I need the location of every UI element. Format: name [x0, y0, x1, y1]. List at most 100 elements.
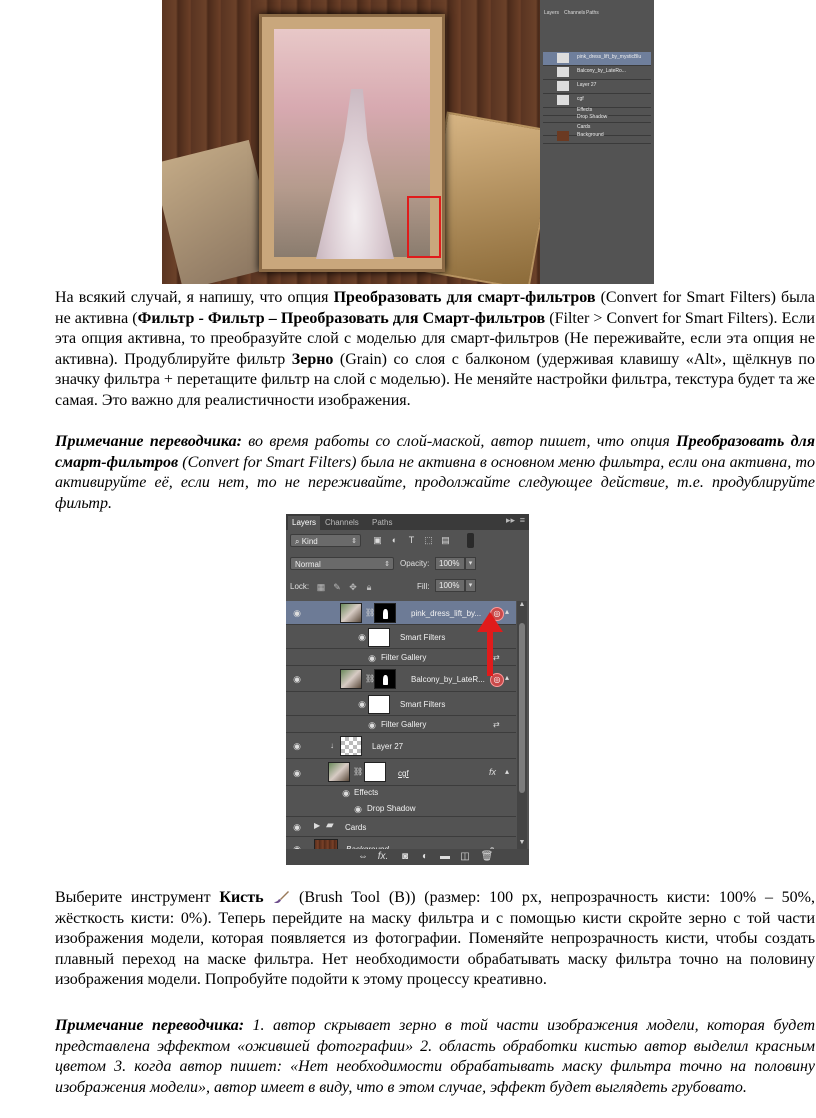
new-layer-icon[interactable]: ◫	[458, 851, 472, 863]
mini-thumb	[557, 131, 569, 141]
lock-position-icon[interactable]: ✥	[348, 582, 358, 592]
adjustment-layer-icon[interactable]: ◐	[418, 851, 432, 863]
scrollbar-thumb[interactable]	[519, 623, 525, 793]
red-highlight-box	[407, 196, 441, 258]
bold-term: Кисть	[219, 889, 264, 906]
expand-arrow-icon[interactable]: ▴	[505, 673, 509, 682]
expand-arrow-icon[interactable]: ▴	[505, 767, 509, 776]
panel-menu-icon[interactable]: ≡	[520, 515, 525, 525]
filter-toggle-switch[interactable]	[467, 533, 474, 548]
tab-paths[interactable]: Paths	[368, 516, 396, 530]
search-icon: ⌕	[295, 537, 302, 546]
layer-row-balcony[interactable]: ◉ ⛓ Balcony_by_LateR... ◎ ▴	[286, 666, 516, 692]
eye-icon[interactable]: ◉	[291, 675, 303, 684]
layer-row-cards[interactable]: ◉ ▶ ▰ Cards	[286, 817, 516, 837]
eye-icon[interactable]: ◉	[356, 700, 368, 709]
pixel-filter-icon[interactable]: ▣	[372, 535, 383, 546]
mask-thumbnail[interactable]	[364, 762, 386, 782]
eye-icon[interactable]: ◉	[356, 633, 368, 642]
link-layers-icon[interactable]: ⇔	[356, 851, 370, 863]
fill-dropdown-button[interactable]: ▾	[465, 579, 476, 592]
filter-mask-thumbnail[interactable]	[368, 695, 390, 714]
text-run: Выберите инструмент	[55, 889, 220, 906]
layer-thumbnail	[340, 603, 362, 623]
mini-layer-label: Layer 27	[577, 82, 597, 88]
layer-name: Smart Filters	[400, 700, 446, 709]
link-icon[interactable]: ⛓	[365, 608, 375, 618]
type-filter-icon[interactable]: T	[406, 535, 417, 546]
tab-layers[interactable]: Layers	[288, 516, 321, 530]
mask-thumbnail[interactable]	[374, 603, 396, 623]
expand-arrow-icon[interactable]: ▴	[505, 607, 509, 616]
eye-icon[interactable]: ◉	[291, 769, 303, 778]
eye-icon[interactable]: ◉	[340, 789, 352, 798]
mini-layer-row: pink_dress_lift_by_mysticBlu	[543, 52, 651, 66]
trash-icon[interactable]: 🗑︎	[480, 851, 494, 863]
kind-filter-dropdown[interactable]: ⌕ Kind ⇕	[290, 534, 361, 547]
scroll-up-icon[interactable]: ▲	[517, 601, 527, 611]
paragraph-brush-tool: Выберите инструмент Кисть (Brush Tool (B…	[55, 888, 815, 991]
layers-panel: Layers Channels Paths ▸▸ ≡ ⌕ Kind ⇕ ▣ ◐ …	[286, 514, 529, 865]
layer-name: Filter Gallery	[381, 720, 427, 729]
eye-icon[interactable]: ◉	[366, 721, 378, 730]
eye-icon[interactable]: ◉	[291, 609, 303, 618]
tab-channels[interactable]: Channels	[321, 516, 363, 530]
eye-icon[interactable]: ◉	[352, 805, 364, 814]
mini-tab-layers: Layers	[544, 10, 560, 16]
mini-layer-row: Balcony_by_LateRo...	[543, 66, 651, 80]
lock-brush-icon[interactable]: ✎	[332, 582, 342, 592]
new-group-icon[interactable]: ▬	[438, 851, 452, 863]
opacity-field[interactable]: 100%	[435, 557, 465, 570]
filter-options-icon[interactable]: ⇄	[493, 720, 500, 729]
fill-field[interactable]: 100%	[435, 579, 465, 592]
adjustment-filter-icon[interactable]: ◐	[389, 535, 400, 546]
layer-row-filter-gallery[interactable]: ◉ Filter Gallery ⇄	[286, 716, 516, 733]
layer-name: Effects	[354, 788, 379, 797]
collapse-icon[interactable]: ▸▸	[506, 515, 515, 526]
bold-term: Зерно	[291, 350, 334, 368]
layer-row-drop-shadow[interactable]: ◉ Drop Shadow	[286, 801, 516, 817]
opacity-dropdown-button[interactable]: ▾	[465, 557, 476, 570]
mask-thumbnail[interactable]	[374, 669, 396, 689]
top-screenshot-figure: Layers Channels Paths pink_dress_lift_by…	[162, 0, 654, 284]
layer-name: Filter Gallery	[381, 653, 427, 662]
layer-row-filter-gallery[interactable]: ◉ Filter Gallery ⇄	[286, 649, 516, 666]
lock-transparency-icon[interactable]: ▦	[316, 582, 326, 592]
layer-name: Balcony_by_LateR...	[411, 675, 485, 684]
link-icon[interactable]: ⛓	[365, 674, 375, 684]
chevron-updown-icon: ⇕	[351, 538, 357, 545]
translator-note-2: Примечание переводчика: 1. автор скрывае…	[55, 1016, 815, 1098]
eye-icon[interactable]: ◉	[291, 823, 303, 832]
layer-row-layer27[interactable]: ◉ ↓ Layer 27	[286, 733, 516, 759]
filter-options-icon[interactable]: ⇄	[493, 653, 500, 662]
shape-filter-icon[interactable]: ⬚	[423, 535, 434, 546]
disclosure-triangle-icon[interactable]: ▶	[314, 821, 320, 830]
filter-mask-thumbnail[interactable]	[368, 628, 390, 647]
paragraph-smart-filters: На всякий случай, я напишу, что опция Пр…	[55, 288, 815, 411]
layer-row-effects[interactable]: ◉ Effects	[286, 786, 516, 801]
note-label: Примечание переводчика:	[55, 1017, 245, 1034]
mini-layer-label: pink_dress_lift_by_mysticBlu	[577, 54, 642, 60]
scroll-down-icon[interactable]: ▼	[517, 839, 527, 849]
eye-icon[interactable]: ◉	[291, 742, 303, 751]
add-mask-icon[interactable]: ◙	[398, 851, 412, 863]
link-icon[interactable]: ⛓	[353, 767, 363, 777]
red-arrow-head-icon	[477, 612, 503, 632]
mini-tab-paths: Paths	[586, 10, 599, 16]
lock-all-icon[interactable]: 🔒︎	[364, 582, 374, 592]
smart-object-filter-icon[interactable]: ▤	[440, 535, 451, 546]
blend-mode-dropdown[interactable]: Normal ⇕	[290, 557, 394, 570]
mini-thumb	[557, 67, 569, 77]
kind-filter-label: Kind	[301, 537, 318, 546]
layer-row-cgf[interactable]: ◉ ⛓ cgf fx ▴	[286, 759, 516, 786]
layer-name: Cards	[345, 823, 367, 832]
fx-icon[interactable]: fx.	[376, 851, 390, 863]
mini-layer-label: Drop Shadow	[577, 114, 608, 120]
mini-layer-row: Layer 27	[543, 80, 651, 94]
layer-name: Drop Shadow	[367, 804, 416, 813]
layer-row-smart-filters[interactable]: ◉ Smart Filters	[286, 692, 516, 716]
eye-icon[interactable]: ◉	[366, 654, 378, 663]
bold-term: Преобразовать для смарт-фильтров	[333, 289, 596, 306]
fx-icon[interactable]: fx	[489, 767, 496, 777]
layers-scrollbar[interactable]: ▲ ▼	[517, 601, 527, 849]
